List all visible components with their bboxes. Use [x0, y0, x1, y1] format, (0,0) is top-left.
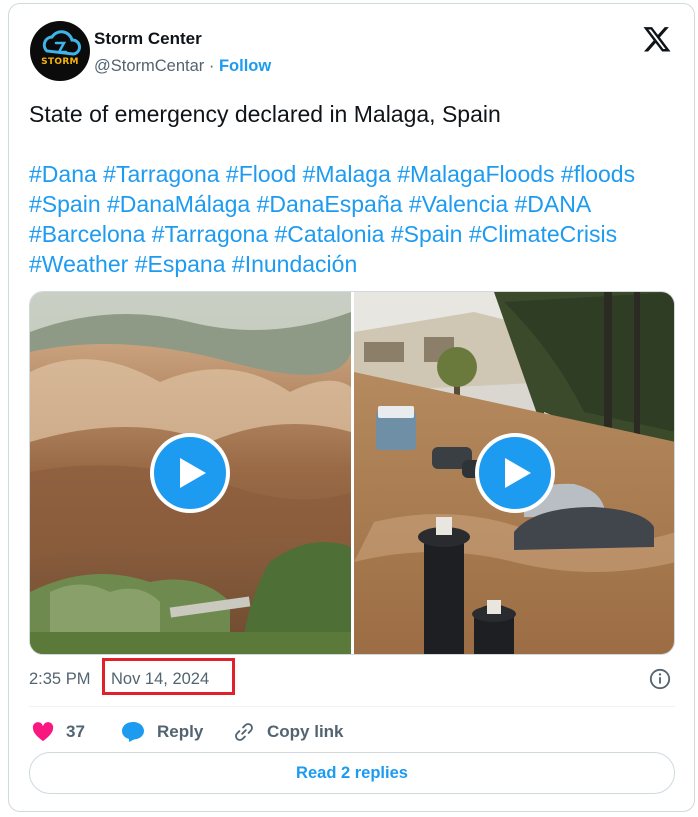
video-thumbnail-flooded-street[interactable]: [354, 292, 674, 654]
copy-link-button[interactable]: Copy link: [233, 717, 344, 747]
hashtag[interactable]: #Tarragona: [152, 221, 268, 247]
hashtag[interactable]: #ClimateCrisis: [469, 221, 617, 247]
reply-button[interactable]: Reply: [121, 717, 203, 747]
play-button[interactable]: [150, 433, 230, 513]
media-grid: [29, 291, 675, 655]
reply-label: Reply: [157, 722, 204, 741]
hashtag[interactable]: #Tarragona: [103, 161, 219, 187]
hashtag[interactable]: #Spain: [391, 221, 463, 247]
avatar[interactable]: STORM: [30, 21, 90, 81]
hashtag[interactable]: #MalagaFloods: [397, 161, 554, 187]
hashtag-list: #Dana #Tarragona #Flood #Malaga #MalagaF…: [29, 159, 679, 279]
tweet-card: STORM Storm Center @StormCentar · Follow…: [8, 3, 695, 812]
tweet-time[interactable]: 2:35 PM: [29, 670, 90, 689]
tweet-date[interactable]: Nov 14, 2024: [111, 670, 209, 689]
copy-link-label: Copy link: [267, 722, 344, 741]
like-count: 37: [66, 722, 85, 741]
hashtag[interactable]: #Barcelona: [29, 221, 145, 247]
display-name[interactable]: Storm Center: [94, 29, 202, 49]
hashtag[interactable]: #Malaga: [303, 161, 391, 187]
hashtag[interactable]: #DanaEspaña: [257, 191, 403, 217]
hashtag[interactable]: #Valencia: [409, 191, 508, 217]
hashtag[interactable]: #Espana: [135, 251, 226, 277]
hashtag[interactable]: #Inundación: [232, 251, 357, 277]
hashtag[interactable]: #Spain: [29, 191, 101, 217]
divider: [29, 706, 675, 707]
follow-button[interactable]: Follow: [219, 57, 271, 75]
video-thumbnail-landslide[interactable]: [30, 292, 351, 654]
speech-bubble-icon: [122, 722, 144, 742]
read-replies-button[interactable]: Read 2 replies: [29, 752, 675, 794]
tweet-text: State of emergency declared in Malaga, S…: [29, 101, 501, 127]
play-icon: [180, 458, 206, 488]
heart-icon: [32, 722, 54, 742]
x-logo-icon[interactable]: [642, 24, 672, 54]
separator-dot: ·: [208, 57, 215, 75]
user-handle[interactable]: @StormCentar: [94, 57, 204, 75]
hashtag[interactable]: #Dana: [29, 161, 97, 187]
info-icon[interactable]: [649, 668, 671, 690]
link-icon: [235, 723, 253, 741]
hashtag[interactable]: #Weather: [29, 251, 128, 277]
hashtag[interactable]: #DANA: [515, 191, 590, 217]
like-button[interactable]: 37: [32, 717, 85, 747]
handle-row: @StormCentar · Follow: [94, 57, 271, 76]
hashtag[interactable]: #DanaMálaga: [107, 191, 250, 217]
hashtag[interactable]: #floods: [561, 161, 635, 187]
hashtag[interactable]: #Catalonia: [275, 221, 385, 247]
play-button[interactable]: [475, 433, 555, 513]
hashtag[interactable]: #Flood: [226, 161, 296, 187]
play-icon: [505, 458, 531, 488]
cloud-logo-icon: [42, 30, 81, 56]
avatar-brand-text: STORM: [41, 57, 79, 67]
